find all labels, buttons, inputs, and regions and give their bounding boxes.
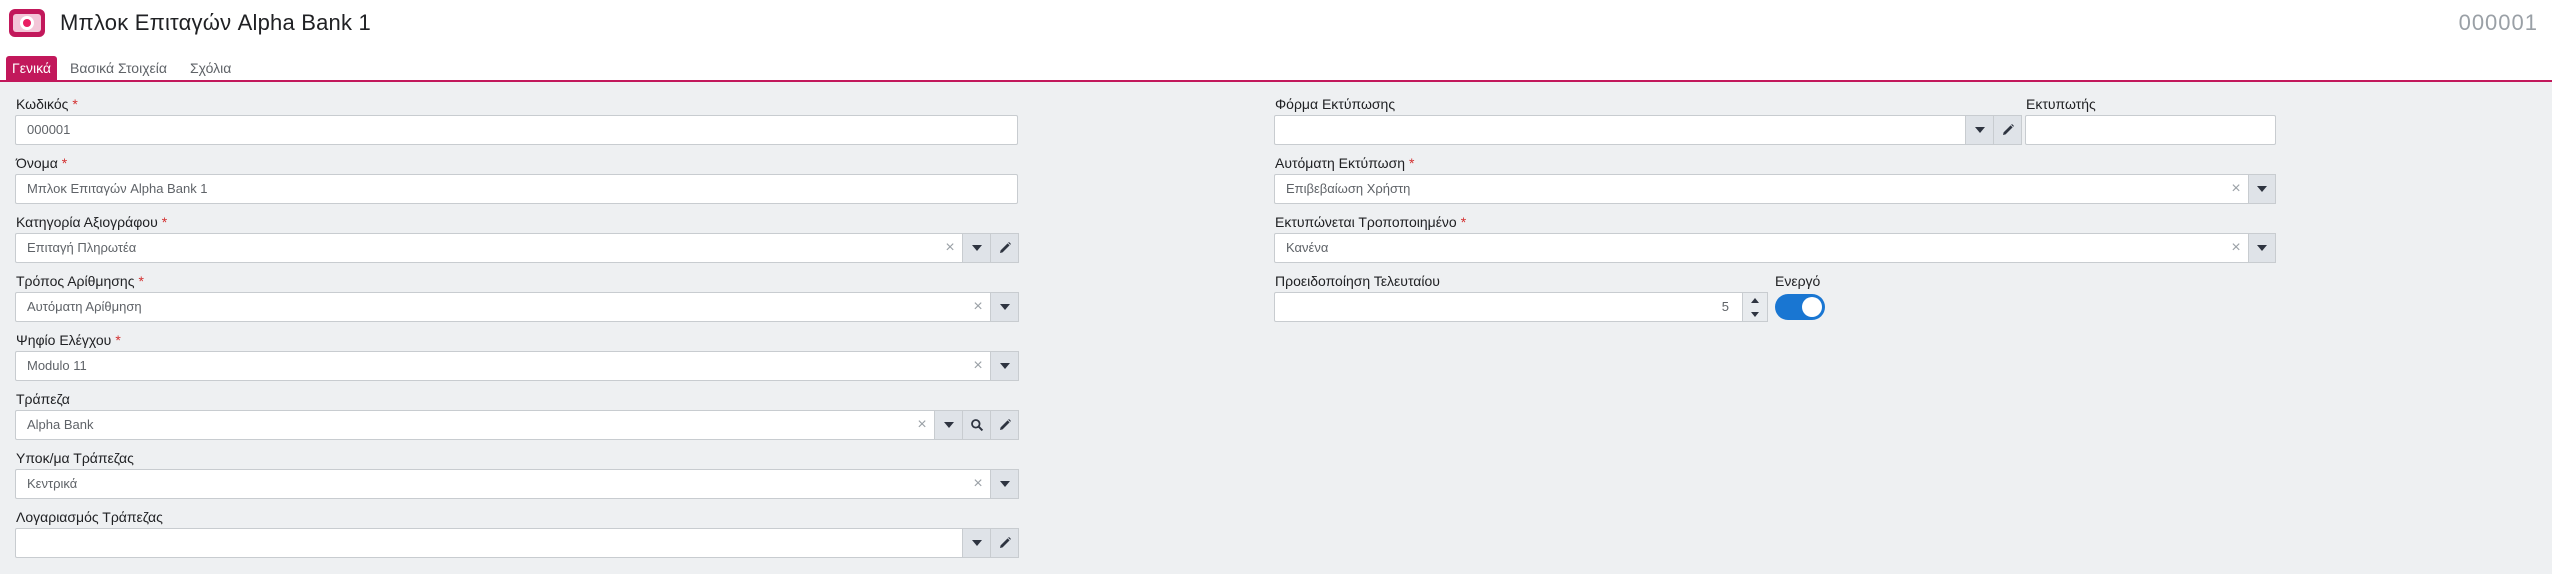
caret-down-icon	[971, 540, 982, 546]
tab-basic-info[interactable]: Βασικά Στοιχεία	[64, 56, 173, 80]
required-marker: *	[72, 96, 78, 112]
required-marker: *	[1409, 155, 1415, 171]
edit-button[interactable]	[1993, 115, 2022, 145]
required-marker: *	[161, 214, 168, 230]
edit-button[interactable]	[990, 410, 1019, 440]
dropdown-button[interactable]	[962, 233, 991, 263]
caret-down-icon	[943, 422, 954, 428]
search-button[interactable]	[962, 410, 991, 440]
clear-icon[interactable]: ×	[913, 411, 931, 439]
print-form-select[interactable]	[1274, 115, 2022, 145]
dropdown-button[interactable]	[962, 528, 991, 558]
code-field[interactable]: 000001	[15, 115, 1018, 145]
required-marker: *	[138, 273, 144, 289]
required-marker: *	[115, 332, 121, 348]
check-digit-label: Ψηφίο Ελέγχου *	[16, 332, 121, 348]
bank-account-select[interactable]	[15, 528, 1019, 558]
print-form-label: Φόρμα Εκτύπωσης	[1275, 96, 1396, 112]
clear-icon[interactable]: ×	[941, 234, 959, 262]
dropdown-button[interactable]	[2248, 233, 2276, 263]
printer-label: Εκτυπωτής	[2026, 96, 2096, 112]
print-modified-select[interactable]: Κανένα ×	[1274, 233, 2276, 263]
clear-icon[interactable]: ×	[2227, 234, 2245, 262]
numbering-method-select[interactable]: Αυτόματη Αρίθμηση ×	[15, 292, 1019, 322]
print-modified-label: Εκτυπώνεται Τροποποιημένο *	[1275, 214, 1467, 230]
dropdown-button[interactable]	[990, 292, 1019, 322]
dropdown-button[interactable]	[1965, 115, 1994, 145]
dropdown-button[interactable]	[990, 469, 1019, 499]
search-icon	[970, 419, 983, 432]
tab-bar: Γενικά Βασικά Στοιχεία Σχόλια	[0, 52, 2552, 82]
page-title: Μπλοκ Επιταγών Alpha Bank 1	[60, 10, 371, 35]
pencil-icon	[999, 242, 1011, 253]
pencil-icon	[2002, 124, 2014, 135]
caret-down-icon	[999, 481, 1010, 487]
active-label: Ενεργό	[1775, 273, 1821, 289]
clear-icon[interactable]: ×	[969, 352, 987, 380]
caret-down-icon	[1974, 127, 1985, 133]
numbering-method-label: Τρόπος Αρίθμησης *	[16, 273, 144, 289]
dropdown-button[interactable]	[990, 351, 1019, 381]
edit-button[interactable]	[990, 528, 1019, 558]
tab-general[interactable]: Γενικά	[6, 56, 57, 80]
auto-print-label: Αυτόματη Εκτύπωση *	[1275, 155, 1415, 171]
last-warning-label: Προειδοποίηση Τελευταίου	[1275, 273, 1440, 289]
clear-icon[interactable]: ×	[969, 470, 987, 498]
caret-down-icon	[2257, 245, 2267, 251]
caret-up-icon	[1751, 297, 1759, 303]
auto-print-select[interactable]: Επιβεβαίωση Χρήστη ×	[1274, 174, 2276, 204]
record-code: 000001	[2458, 10, 2538, 35]
bank-branch-select[interactable]: Κεντρικά ×	[15, 469, 1019, 499]
check-digit-select[interactable]: Modulo 11 ×	[15, 351, 1019, 381]
tab-comments[interactable]: Σχόλια	[184, 56, 237, 80]
bank-account-label: Λογαριασμός Τράπεζας	[16, 509, 163, 525]
clear-icon[interactable]: ×	[2227, 175, 2245, 203]
caret-down-icon	[2257, 186, 2267, 192]
toggle-knob	[1802, 297, 1822, 317]
active-toggle[interactable]	[1775, 294, 1825, 320]
caret-down-icon	[999, 304, 1010, 310]
caret-down-icon	[1751, 311, 1759, 317]
record-header: Μπλοκ Επιταγών Alpha Bank 1 000001	[0, 0, 2552, 52]
required-marker: *	[1460, 214, 1467, 230]
security-category-label: Κατηγορία Αξιογράφου *	[16, 214, 168, 230]
caret-down-icon	[971, 245, 982, 251]
required-marker: *	[61, 155, 68, 171]
name-field[interactable]: Μπλοκ Επιταγών Alpha Bank 1	[15, 174, 1018, 204]
caret-down-icon	[999, 363, 1010, 369]
increment-button[interactable]	[1743, 293, 1767, 307]
security-category-select[interactable]: Επιταγή Πληρωτέα ×	[15, 233, 1019, 263]
decrement-button[interactable]	[1743, 307, 1767, 321]
number-spinner	[1742, 292, 1768, 322]
pencil-icon	[999, 537, 1011, 548]
printer-field[interactable]	[2025, 115, 2276, 145]
name-label: Όνομα *	[16, 155, 68, 171]
dropdown-button[interactable]	[934, 410, 963, 440]
pencil-icon	[999, 419, 1011, 430]
edit-button[interactable]	[990, 233, 1019, 263]
code-label: Κωδικός *	[16, 96, 78, 112]
bank-branch-label: Υποκ/μα Τράπεζας	[16, 450, 134, 466]
last-warning-number-input[interactable]: 5	[1274, 292, 1768, 322]
form-area: Κωδικός * 000001 Όνομα * Μπλοκ Επιταγών Al…	[0, 82, 2552, 574]
dropdown-button[interactable]	[2248, 174, 2276, 204]
bank-select[interactable]: Alpha Bank ×	[15, 410, 1019, 440]
checkbook-logo-icon	[9, 9, 45, 37]
bank-label: Τράπεζα	[16, 391, 70, 407]
clear-icon[interactable]: ×	[969, 293, 987, 321]
